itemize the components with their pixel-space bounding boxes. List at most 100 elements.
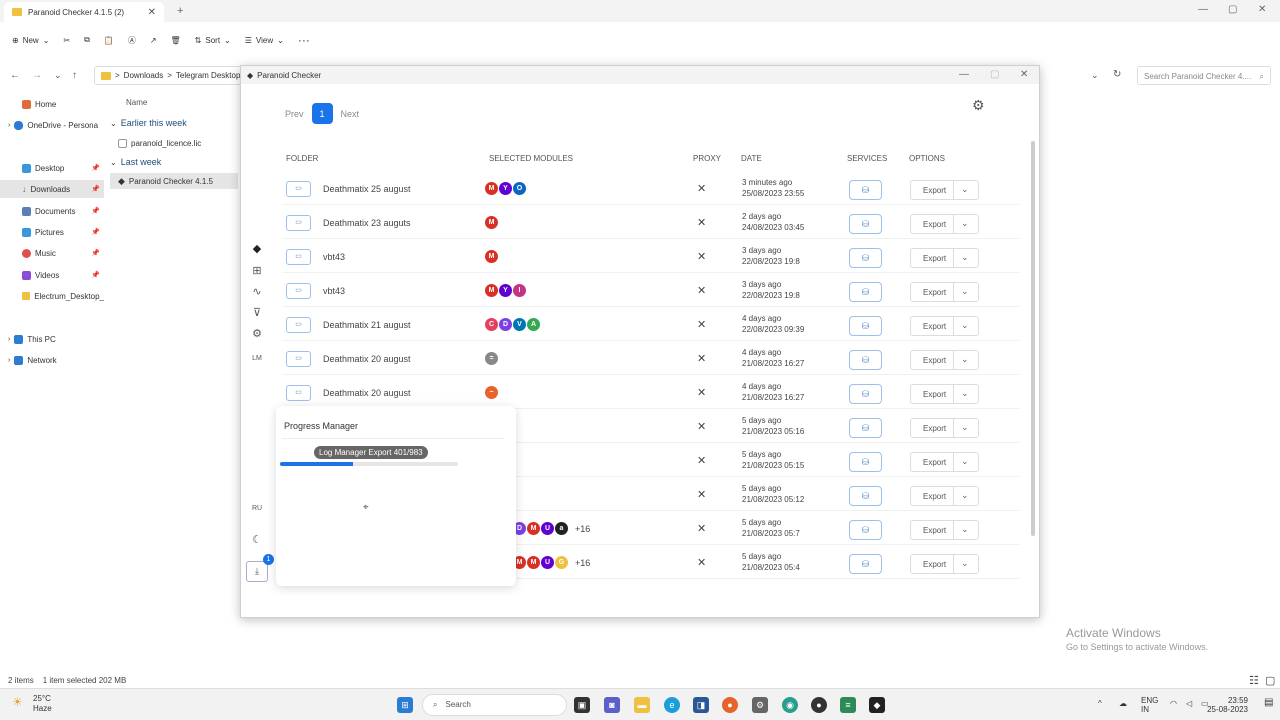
services-button[interactable]: ⛁	[849, 248, 882, 268]
delete-icon[interactable]: 🗑	[171, 36, 181, 45]
nav-pictures[interactable]: Pictures 📌	[0, 223, 104, 241]
close-tab-icon[interactable]: ✕	[148, 7, 156, 18]
nav-network[interactable]: › Network	[0, 351, 104, 369]
export-dropdown[interactable]: Export ⌄	[910, 248, 979, 268]
filter-icon[interactable]: ⊽	[250, 305, 264, 319]
rename-icon[interactable]: Ⓐ	[128, 35, 136, 46]
chevron-down-icon[interactable]: ⌄	[961, 286, 969, 297]
maximize-icon[interactable]: ▢	[1228, 4, 1237, 15]
weather-widget[interactable]: ☀ 25°C Haze	[12, 694, 52, 714]
services-button[interactable]: ⛁	[849, 384, 882, 404]
language-button[interactable]: RU	[250, 501, 264, 515]
nav-desktop[interactable]: Desktop 📌	[0, 159, 104, 177]
folder-icon[interactable]: ▭	[286, 283, 311, 299]
minimize-icon[interactable]: —	[959, 69, 969, 80]
grid-icon[interactable]: ⊞	[250, 263, 264, 277]
group-header[interactable]: ⌄ Earlier this week	[110, 115, 238, 131]
table-row[interactable]: ▭ Deathmatix 20 august ~ ✕ 4 days ago 21…	[283, 375, 1019, 409]
explorer-tab[interactable]: Paranoid Checker 4.1.5 (2) ✕	[4, 2, 164, 22]
cloud-icon[interactable]: ☁	[1119, 699, 1127, 708]
export-label[interactable]: Export	[923, 322, 946, 331]
export-label[interactable]: Export	[923, 288, 946, 297]
language-indicator[interactable]: ENG IN	[1141, 696, 1158, 714]
export-label[interactable]: Export	[923, 492, 946, 501]
folder-icon[interactable]: ▭	[286, 317, 311, 333]
export-label[interactable]: Export	[923, 526, 946, 535]
nav-music[interactable]: Music 📌	[0, 244, 104, 262]
view-button[interactable]: ☰ View ⌄	[245, 36, 284, 45]
sort-button[interactable]: ⇅ Sort ⌄	[195, 36, 231, 45]
table-row[interactable]: ▭ Deathmatix 20 august = ✕ 4 days ago 21…	[283, 341, 1019, 375]
chevron-down-icon[interactable]: ⌄	[961, 456, 969, 467]
services-button[interactable]: ⛁	[849, 452, 882, 472]
chevron-down-icon[interactable]: ⌄	[961, 558, 969, 569]
chevron-down-icon[interactable]: ⌄	[961, 490, 969, 501]
nav-home[interactable]: Home	[0, 95, 104, 113]
chat-icon[interactable]: ◙	[604, 697, 620, 713]
notification-icon[interactable]: ▤	[1264, 698, 1273, 708]
settings-app-icon[interactable]: ⚙	[752, 697, 768, 713]
wifi-icon[interactable]: ◠	[1170, 699, 1177, 708]
services-button[interactable]: ⛁	[849, 316, 882, 336]
export-label[interactable]: Export	[923, 356, 946, 365]
back-icon[interactable]: ←	[10, 70, 20, 81]
store-icon[interactable]: ◨	[693, 697, 709, 713]
export-label[interactable]: Export	[923, 220, 946, 229]
close-icon[interactable]: ✕	[1258, 4, 1266, 15]
services-button[interactable]: ⛁	[849, 214, 882, 234]
services-button[interactable]: ⛁	[849, 418, 882, 438]
export-dropdown[interactable]: Export ⌄	[910, 316, 979, 336]
services-button[interactable]: ⛁	[849, 282, 882, 302]
paste-icon[interactable]: 📋	[104, 36, 114, 45]
export-dropdown[interactable]: Export ⌄	[910, 486, 979, 506]
export-dropdown[interactable]: Export ⌄	[910, 418, 979, 438]
table-row[interactable]: ▭ vbt43 MYI ✕ 3 days ago 22/08/2023 19:8…	[283, 273, 1019, 307]
volume-icon[interactable]: ◁	[1186, 699, 1192, 708]
breadcrumb-downloads[interactable]: Downloads	[124, 71, 164, 80]
table-row[interactable]: ▭ Deathmatix 25 august MYO ✕ 3 minutes a…	[283, 171, 1019, 205]
nav-onedrive[interactable]: › OneDrive - Persona	[0, 116, 104, 134]
up-icon[interactable]: ↑	[72, 70, 77, 81]
export-dropdown[interactable]: Export ⌄	[910, 350, 979, 370]
new-tab-button[interactable]: +	[177, 5, 183, 17]
services-button[interactable]: ⛁	[849, 180, 882, 200]
file-row-selected[interactable]: ◆ Paranoid Checker 4.1.5	[110, 173, 238, 189]
export-label[interactable]: Export	[923, 254, 946, 263]
chevron-down-icon[interactable]: ⌄	[961, 218, 969, 229]
scrollbar[interactable]	[1031, 141, 1035, 536]
folder-icon[interactable]: ▭	[286, 181, 311, 197]
explorer-search-input[interactable]: Search Paranoid Checker 4.... ⌕	[1137, 66, 1271, 85]
settings-gear-icon[interactable]: ⚙	[972, 97, 985, 114]
export-dropdown[interactable]: Export ⌄	[910, 520, 979, 540]
more-button[interactable]: ···	[298, 33, 310, 47]
notes-icon[interactable]: ≡	[840, 697, 856, 713]
services-button[interactable]: ⛁	[849, 486, 882, 506]
export-dropdown[interactable]: Export ⌄	[910, 554, 979, 574]
copy-icon[interactable]: ⧉	[84, 35, 90, 45]
chevron-down-icon[interactable]: ⌄	[961, 252, 969, 263]
minimize-icon[interactable]: —	[1198, 4, 1208, 15]
windows-start-icon[interactable]: ⊞	[397, 697, 413, 713]
nav-documents[interactable]: Documents 📌	[0, 202, 104, 220]
chevron-down-icon[interactable]: ⌄	[961, 184, 969, 195]
logo-icon[interactable]: ◆	[250, 241, 264, 255]
address-bar[interactable]: > Downloads > Telegram Desktop	[94, 66, 244, 85]
export-dropdown[interactable]: Export ⌄	[910, 282, 979, 302]
export-label[interactable]: Export	[923, 560, 946, 569]
chevron-down-icon[interactable]: ⌄	[54, 70, 62, 81]
nav-videos[interactable]: Videos 📌	[0, 266, 104, 284]
export-dropdown[interactable]: Export ⌄	[910, 384, 979, 404]
nav-downloads[interactable]: ↓ Downloads 📌	[0, 180, 104, 198]
tiles-view-icon[interactable]: ▢	[1265, 674, 1275, 687]
details-view-icon[interactable]: ☷	[1249, 674, 1259, 687]
services-button[interactable]: ⛁	[849, 554, 882, 574]
paranoid-checker-taskbar-icon[interactable]: ◆	[869, 697, 885, 713]
export-label[interactable]: Export	[923, 390, 946, 399]
refresh-icon[interactable]: ↻	[1113, 69, 1121, 80]
chevron-down-icon[interactable]: ⌄	[961, 422, 969, 433]
page-1-button[interactable]: 1	[311, 103, 333, 124]
export-dropdown[interactable]: Export ⌄	[910, 214, 979, 234]
prev-button[interactable]: Prev	[285, 109, 304, 119]
settings-icon[interactable]: ⚙	[250, 326, 264, 340]
share-icon[interactable]: ↗	[150, 36, 157, 45]
